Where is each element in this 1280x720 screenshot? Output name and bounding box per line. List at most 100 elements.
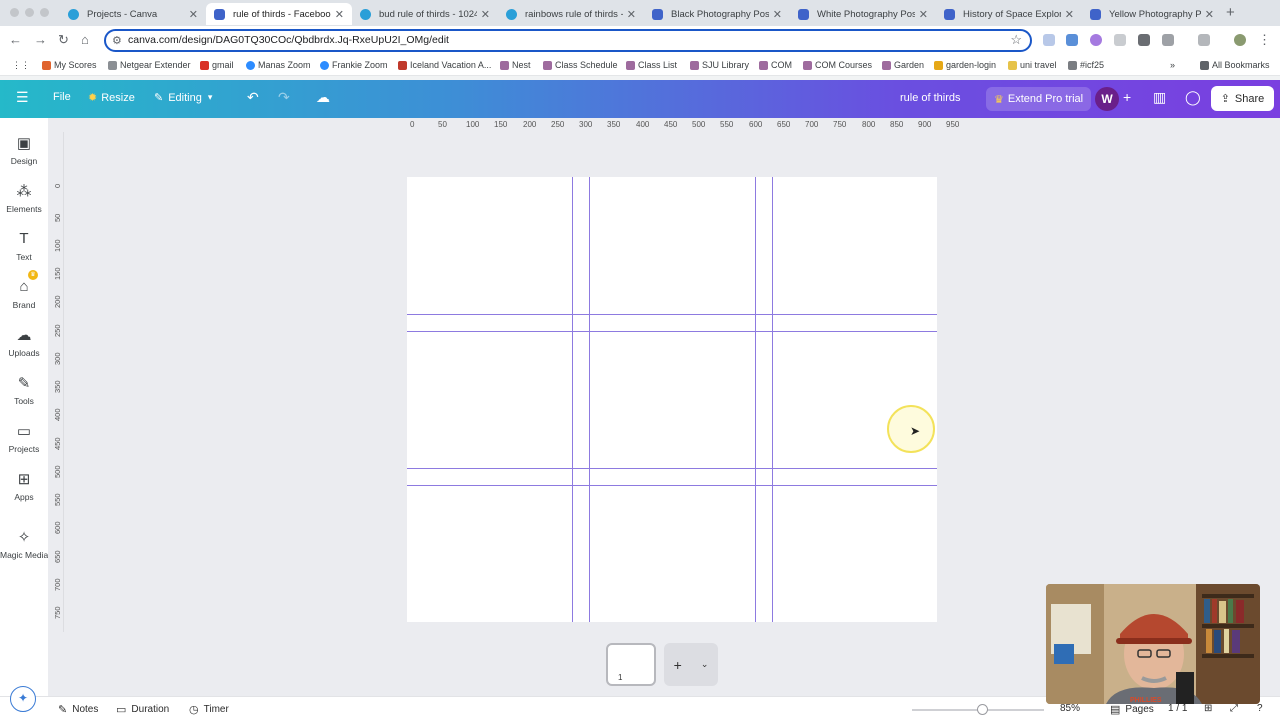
bookmark-item[interactable]: Iceland Vacation A... bbox=[398, 60, 491, 70]
bookmark-item[interactable]: gmail bbox=[200, 60, 234, 70]
hamburger-menu-icon[interactable]: ☰ bbox=[16, 89, 29, 106]
cloud-saved-icon[interactable]: ☁ bbox=[316, 89, 330, 106]
sidebar-item-design[interactable]: ▣ Design bbox=[0, 134, 48, 166]
window-close-dot[interactable] bbox=[10, 8, 19, 17]
zoom-level[interactable]: 85% bbox=[1060, 703, 1080, 714]
browser-tab[interactable]: bud rule of thirds - 1024 ✕ bbox=[352, 3, 498, 25]
browser-tab[interactable]: Black Photography Poster ✕ bbox=[644, 3, 790, 25]
avatar[interactable]: W bbox=[1095, 87, 1119, 111]
timer-button[interactable]: ◷ Timer bbox=[189, 703, 229, 716]
tab-close-icon[interactable]: ✕ bbox=[1205, 8, 1214, 21]
forward-icon[interactable]: → bbox=[34, 32, 47, 47]
extension-icon[interactable] bbox=[1043, 34, 1055, 46]
browser-tab[interactable]: White Photography Poste ✕ bbox=[790, 3, 936, 25]
sidebar-item-uploads[interactable]: ☁ Uploads bbox=[0, 326, 48, 358]
tab-close-icon[interactable]: ✕ bbox=[335, 8, 344, 21]
horizontal-ruler[interactable]: 0 50 100 150 200 250 300 350 400 450 500… bbox=[64, 118, 1280, 132]
guide-line-horizontal[interactable] bbox=[407, 331, 937, 332]
fullscreen-icon[interactable]: ⤢ bbox=[1230, 703, 1238, 714]
tab-close-icon[interactable]: ✕ bbox=[1065, 8, 1074, 21]
insights-chart-icon[interactable]: ▥ bbox=[1153, 89, 1166, 106]
bookmark-item[interactable]: Frankie Zoom bbox=[320, 60, 388, 70]
notes-button[interactable]: ✎ Notes bbox=[58, 703, 98, 716]
page-thumbnail[interactable]: 1 bbox=[606, 643, 656, 686]
address-bar[interactable]: ⚙ canva.com/design/DAG0TQ30COc/Qbdbrdx.J… bbox=[104, 29, 1032, 52]
browser-tab[interactable]: Projects - Canva ✕ bbox=[60, 3, 206, 25]
bookmark-item[interactable]: #icf25 bbox=[1068, 60, 1104, 70]
undo-icon[interactable]: ↶ bbox=[247, 89, 259, 106]
file-menu-button[interactable]: File bbox=[53, 91, 71, 103]
extension-icon[interactable] bbox=[1066, 34, 1078, 46]
menu-kebab-icon[interactable]: ⋮ bbox=[1258, 32, 1271, 48]
extension-icon[interactable] bbox=[1090, 34, 1102, 46]
tab-close-icon[interactable]: ✕ bbox=[627, 8, 636, 21]
sidebar-item-projects[interactable]: ▭ Projects bbox=[0, 422, 48, 454]
bookmark-item[interactable]: Class Schedule bbox=[543, 60, 618, 70]
sidebar-item-text[interactable]: T Text bbox=[0, 230, 48, 262]
browser-tab[interactable]: rainbows rule of thirds - 1 ✕ bbox=[498, 3, 644, 25]
duration-button[interactable]: ▭ Duration bbox=[116, 703, 169, 716]
add-collaborator-icon[interactable]: + bbox=[1123, 89, 1131, 105]
grid-view-icon[interactable]: ⊞ bbox=[1204, 703, 1212, 714]
extension-icon[interactable] bbox=[1114, 34, 1126, 46]
profile-avatar[interactable] bbox=[1234, 34, 1246, 46]
bookmarks-overflow-icon[interactable]: » bbox=[1170, 60, 1175, 70]
site-settings-icon[interactable]: ⚙ bbox=[112, 34, 122, 47]
bookmark-item[interactable]: garden-login bbox=[934, 60, 996, 70]
bookmark-item[interactable]: Class List bbox=[626, 60, 677, 70]
sidebar-item-apps[interactable]: ⊞ Apps bbox=[0, 470, 48, 502]
tab-close-icon[interactable]: ✕ bbox=[919, 8, 928, 21]
bookmark-item[interactable]: Garden bbox=[882, 60, 924, 70]
extension-icon[interactable] bbox=[1138, 34, 1150, 46]
guide-line-horizontal[interactable] bbox=[407, 468, 937, 469]
browser-tab[interactable]: History of Space Explorati ✕ bbox=[936, 3, 1082, 25]
tab-close-icon[interactable]: ✕ bbox=[189, 8, 198, 21]
chevron-down-icon[interactable]: ⌄ bbox=[701, 659, 709, 670]
bookmark-item[interactable]: My Scores bbox=[42, 60, 97, 70]
guide-line-vertical[interactable] bbox=[755, 177, 756, 622]
home-icon[interactable]: ⌂ bbox=[81, 32, 89, 47]
comment-icon[interactable]: ◯ bbox=[1185, 89, 1201, 106]
tab-close-icon[interactable]: ✕ bbox=[773, 8, 782, 21]
vertical-ruler[interactable]: 0 50 100 150 200 250 300 350 400 450 500… bbox=[48, 132, 64, 632]
redo-icon[interactable]: ↷ bbox=[278, 89, 290, 106]
bookmark-item[interactable]: uni travel bbox=[1008, 60, 1057, 70]
pages-button[interactable]: ▤ Pages bbox=[1110, 703, 1154, 716]
tab-close-icon[interactable]: ✕ bbox=[481, 8, 490, 21]
new-tab-icon[interactable]: + bbox=[1226, 4, 1235, 21]
design-title[interactable]: rule of thirds bbox=[900, 92, 961, 104]
all-bookmarks-button[interactable]: All Bookmarks bbox=[1200, 60, 1270, 70]
browser-tab[interactable]: Yellow Photography Poste ✕ bbox=[1082, 3, 1222, 25]
side-panel-icon[interactable] bbox=[1198, 34, 1210, 46]
editing-mode-button[interactable]: ✎ Editing ▾ bbox=[154, 91, 212, 105]
window-zoom-dot[interactable] bbox=[40, 8, 49, 17]
extend-pro-trial-button[interactable]: ♛ Extend Pro trial bbox=[986, 87, 1092, 111]
guide-line-horizontal[interactable] bbox=[407, 314, 937, 315]
zoom-slider-handle[interactable] bbox=[977, 704, 988, 715]
guide-line-horizontal[interactable] bbox=[407, 485, 937, 486]
magic-assistant-button[interactable]: ✦ bbox=[10, 686, 36, 712]
bookmark-star-icon[interactable]: ☆ bbox=[1010, 32, 1022, 48]
browser-tab-active[interactable]: rule of thirds - Facebook ✕ bbox=[206, 3, 352, 25]
bookmark-item[interactable]: Netgear Extender bbox=[108, 60, 191, 70]
resize-button[interactable]: ✹ Resize bbox=[88, 91, 135, 105]
reload-icon[interactable]: ↻ bbox=[58, 32, 69, 48]
extensions-puzzle-icon[interactable] bbox=[1162, 34, 1174, 46]
apps-grid-icon[interactable]: ⋮⋮ bbox=[12, 60, 30, 71]
bookmark-item[interactable]: COM Courses bbox=[803, 60, 872, 70]
bookmark-item[interactable]: Nest bbox=[500, 60, 531, 70]
bookmark-item[interactable]: SJU Library bbox=[690, 60, 749, 70]
window-minimize-dot[interactable] bbox=[25, 8, 34, 17]
share-button[interactable]: ⇪ Share bbox=[1211, 86, 1274, 111]
sidebar-item-brand[interactable]: ⌂ Brand bbox=[0, 278, 48, 310]
sidebar-item-tools[interactable]: ✎ Tools bbox=[0, 374, 48, 406]
add-page-button[interactable]: + ⌄ bbox=[664, 643, 718, 686]
bookmark-item[interactable]: COM bbox=[759, 60, 792, 70]
sidebar-item-elements[interactable]: ⁂ Elements bbox=[0, 182, 48, 214]
guide-line-vertical[interactable] bbox=[589, 177, 590, 622]
guide-line-vertical[interactable] bbox=[772, 177, 773, 622]
help-button[interactable]: ? bbox=[1257, 703, 1263, 714]
guide-line-vertical[interactable] bbox=[572, 177, 573, 622]
bookmark-item[interactable]: Manas Zoom bbox=[246, 60, 311, 70]
url-text[interactable]: canva.com/design/DAG0TQ30COc/Qbdbrdx.Jq-… bbox=[128, 34, 449, 46]
